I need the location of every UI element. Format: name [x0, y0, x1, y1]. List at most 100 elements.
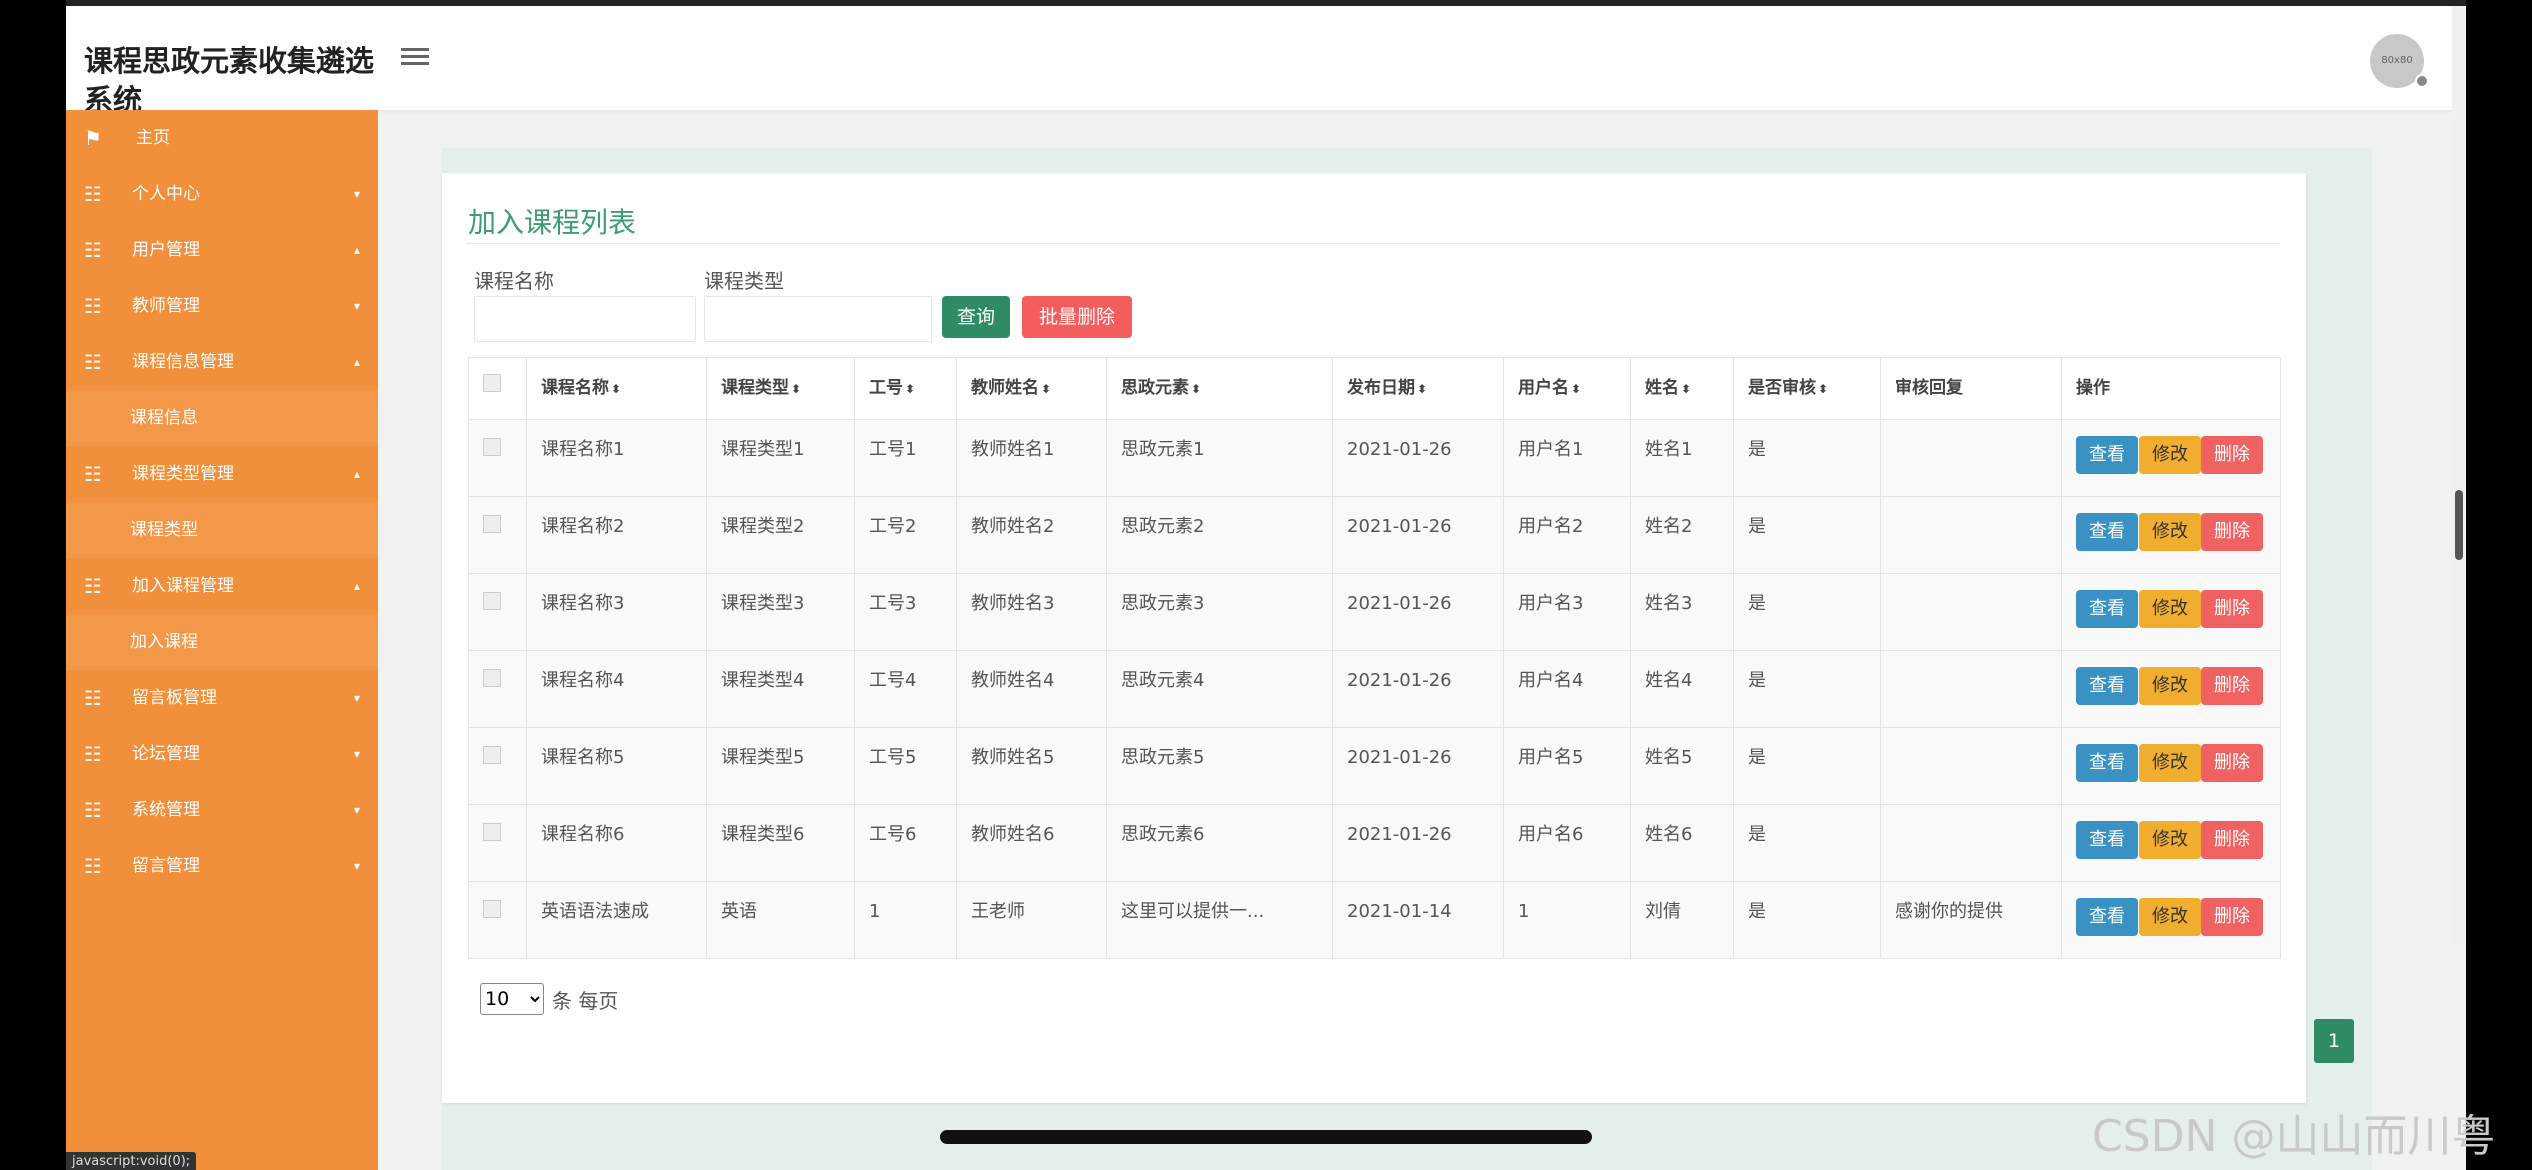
row-checkbox[interactable] [483, 823, 501, 841]
edit-button[interactable]: 修改 [2139, 590, 2201, 628]
select-all-checkbox[interactable] [483, 374, 501, 392]
view-button[interactable]: 查看 [2076, 898, 2138, 936]
chevron-up-icon: ▴ [353, 243, 360, 257]
sort-icon[interactable]: ⬍ [1417, 382, 1427, 396]
edit-button[interactable]: 修改 [2139, 667, 2201, 705]
row-checkbox[interactable] [483, 438, 501, 456]
menu-toggle-icon[interactable] [401, 44, 429, 68]
sort-icon[interactable]: ⬍ [905, 382, 915, 396]
chevron-down-icon: ▾ [353, 747, 360, 761]
scrollbar-thumb[interactable] [2455, 490, 2463, 560]
edit-button[interactable]: 修改 [2139, 821, 2201, 859]
column-header-label: 发布日期 [1347, 378, 1415, 398]
table-cell: 用户名1 [1503, 419, 1631, 497]
row-checkbox[interactable] [483, 900, 501, 918]
edit-button[interactable]: 修改 [2139, 436, 2201, 474]
view-button[interactable]: 查看 [2076, 513, 2138, 551]
sidebar-item[interactable]: ☷ 论坛管理 ▾ [66, 726, 378, 782]
column-header[interactable]: 发布日期 ⬍ [1332, 357, 1504, 420]
scrollbar[interactable] [2452, 6, 2466, 946]
view-button[interactable]: 查看 [2076, 821, 2138, 859]
sidebar-item-label: 加入课程管理 [132, 576, 234, 596]
sort-icon[interactable]: ⬍ [611, 382, 621, 396]
sidebar-item[interactable]: ☷ 留言管理 ▾ [66, 838, 378, 894]
column-header[interactable]: 用户名 ⬍ [1503, 357, 1631, 420]
table-cell: 是 [1733, 419, 1881, 497]
column-header[interactable]: 是否审核 ⬍ [1733, 357, 1881, 420]
table-cell: 课程类型5 [706, 727, 855, 805]
chevron-down-icon: ▾ [353, 299, 360, 313]
sidebar-item[interactable]: ☷ 个人中心 ▾ [66, 166, 378, 222]
table-cell: 工号4 [854, 650, 957, 728]
table-cell [1880, 650, 2062, 728]
table-cell: 工号6 [854, 804, 957, 882]
page-size-select[interactable]: 10 [480, 983, 544, 1015]
row-checkbox[interactable] [483, 746, 501, 764]
sort-icon[interactable]: ⬍ [1681, 382, 1691, 396]
sidebar-item[interactable]: ☷ 留言板管理 ▾ [66, 670, 378, 726]
sidebar-item[interactable]: ☷ 课程类型管理 ▴ [66, 446, 378, 502]
column-header[interactable]: 工号 ⬍ [854, 357, 957, 420]
table-row: 课程名称4 课程类型4 工号4 教师姓名4 思政元素4 2021-01-26 用户名4 姓名4… [468, 650, 2281, 728]
row-checkbox[interactable] [483, 592, 501, 610]
sidebar-item[interactable]: ☷ 系统管理 ▾ [66, 782, 378, 838]
delete-button[interactable]: 删除 [2201, 744, 2263, 782]
view-button[interactable]: 查看 [2076, 590, 2138, 628]
course-name-input[interactable] [474, 296, 696, 342]
delete-button[interactable]: 删除 [2201, 898, 2263, 936]
sidebar-item[interactable]: ☷ 课程信息管理 ▴ [66, 334, 378, 390]
column-header[interactable]: 思政元素 ⬍ [1106, 357, 1333, 420]
pagination-page-1[interactable]: 1 [2314, 1019, 2354, 1063]
grid-icon: ☷ [84, 238, 102, 262]
left-letterbox [0, 0, 66, 1170]
edit-button[interactable]: 修改 [2139, 513, 2201, 551]
sort-icon[interactable]: ⬍ [1571, 382, 1581, 396]
table-cell: 用户名5 [1503, 727, 1631, 805]
header: 课程思政元素收集遴选系统 80x80 [66, 6, 2466, 117]
table-cell [1880, 496, 2062, 574]
sort-icon[interactable]: ⬍ [1041, 382, 1051, 396]
column-header[interactable]: 教师姓名 ⬍ [956, 357, 1107, 420]
row-checkbox[interactable] [483, 515, 501, 533]
table-cell: 是 [1733, 727, 1881, 805]
view-button[interactable]: 查看 [2076, 744, 2138, 782]
sort-icon[interactable]: ⬍ [1818, 382, 1828, 396]
table-cell: 是 [1733, 650, 1881, 728]
view-button[interactable]: 查看 [2076, 436, 2138, 474]
sidebar-subitem[interactable]: 课程类型 [66, 502, 378, 558]
column-header-label: 课程类型 [721, 378, 789, 398]
sidebar-subitem[interactable]: 课程信息 [66, 390, 378, 446]
chevron-down-icon: ▾ [353, 803, 360, 817]
delete-button[interactable]: 删除 [2201, 667, 2263, 705]
edit-button[interactable]: 修改 [2139, 898, 2201, 936]
grid-icon: ☷ [84, 798, 102, 822]
table-cell: 工号3 [854, 573, 957, 651]
view-button[interactable]: 查看 [2076, 667, 2138, 705]
course-type-input[interactable] [704, 296, 932, 342]
sidebar-item[interactable]: ☷ 用户管理 ▴ [66, 222, 378, 278]
delete-button[interactable]: 删除 [2201, 513, 2263, 551]
delete-button[interactable]: 删除 [2201, 821, 2263, 859]
sidebar-item[interactable]: ⚑ 主页 [66, 110, 378, 166]
query-button[interactable]: 查询 [942, 296, 1010, 338]
table-cell: 工号5 [854, 727, 957, 805]
column-header[interactable]: 课程类型 ⬍ [706, 357, 855, 420]
sidebar-item[interactable]: ☷ 教师管理 ▾ [66, 278, 378, 334]
sidebar-item[interactable]: ☷ 加入课程管理 ▴ [66, 558, 378, 614]
table-cell: 姓名1 [1630, 419, 1734, 497]
batch-delete-button[interactable]: 批量删除 [1022, 296, 1132, 338]
column-header[interactable]: 课程名称 ⬍ [526, 357, 707, 420]
column-header-label: 思政元素 [1121, 378, 1189, 398]
sort-icon[interactable]: ⬍ [791, 382, 801, 396]
delete-button[interactable]: 删除 [2201, 436, 2263, 474]
table-cell: 用户名6 [1503, 804, 1631, 882]
edit-button[interactable]: 修改 [2139, 744, 2201, 782]
column-header[interactable]: 姓名 ⬍ [1630, 357, 1734, 420]
sort-icon[interactable]: ⬍ [1191, 382, 1201, 396]
row-checkbox[interactable] [483, 669, 501, 687]
sidebar-item-label: 论坛管理 [132, 744, 200, 764]
delete-button[interactable]: 删除 [2201, 590, 2263, 628]
table-cell: 2021-01-14 [1332, 881, 1504, 959]
sidebar-subitem[interactable]: 加入课程 [66, 614, 378, 670]
sidebar-item-label: 课程信息 [130, 408, 198, 428]
